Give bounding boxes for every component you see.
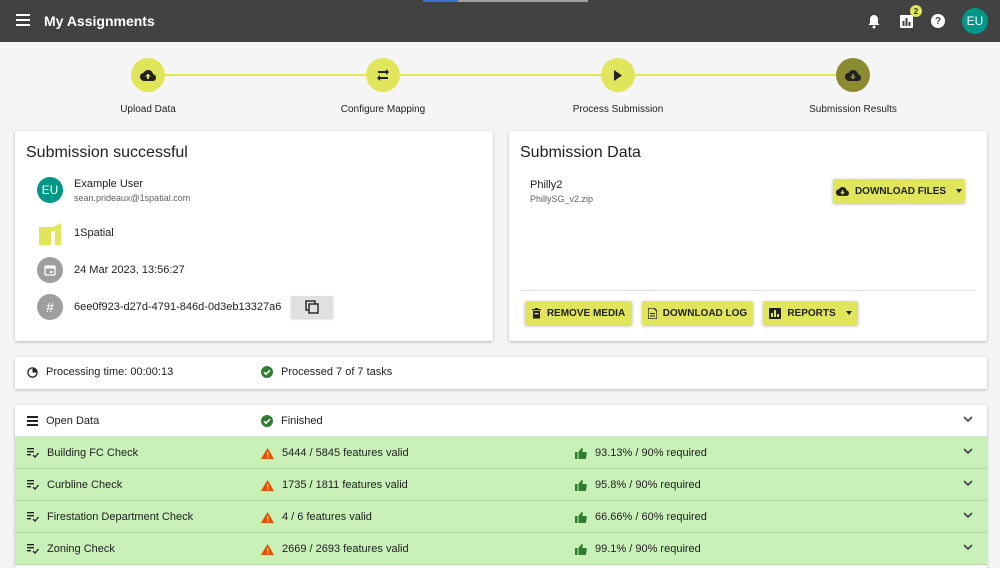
task-results-list: Open Data Finished Building FC Check 544…	[15, 405, 987, 568]
page-title: My Assignments	[44, 13, 155, 29]
menu-icon[interactable]	[16, 14, 30, 26]
warning-icon	[261, 511, 274, 523]
step-upload-data[interactable]: Upload Data	[78, 58, 218, 115]
task-result: 93.13% / 90% required	[595, 447, 707, 459]
chevron-down-icon	[845, 311, 852, 315]
copy-icon	[305, 300, 320, 314]
step-configure-mapping[interactable]: Configure Mapping	[313, 58, 453, 115]
task-status: 1735 / 1811 features valid	[282, 479, 408, 491]
checklist-icon	[27, 512, 39, 522]
warning-icon	[261, 543, 274, 555]
card-divider	[520, 290, 976, 291]
submitter-email: sean.prideaux@1spatial.com	[74, 192, 191, 203]
submission-id: 6ee0f923-d27d-4791-846d-0d3eb13327a6	[74, 301, 282, 313]
step-process-submission[interactable]: Process Submission	[548, 58, 688, 115]
task-name: Zoning Check	[47, 543, 115, 555]
calendar-icon	[37, 257, 63, 283]
submission-stepper: Upload Data Configure Mapping Process Su…	[0, 42, 1000, 126]
copy-id-button[interactable]	[291, 296, 334, 318]
cloud-download-icon	[836, 58, 870, 92]
checklist-icon	[27, 480, 39, 490]
chevron-down-icon	[956, 189, 963, 193]
task-status: 2669 / 2693 features valid	[282, 543, 409, 555]
expand-chevron-icon[interactable]	[963, 416, 973, 423]
submitter-row: EU Example User sean.prideaux@1spatial.c…	[37, 177, 190, 203]
task-status: 5444 / 5845 features valid	[282, 447, 409, 459]
document-icon	[647, 307, 657, 319]
user-avatar[interactable]: EU	[962, 8, 988, 34]
task-name: Firestation Department Check	[47, 511, 194, 523]
cloud-download-icon	[835, 186, 849, 196]
checklist-icon	[27, 448, 39, 458]
task-result: 99.1% / 90% required	[595, 543, 701, 555]
download-files-button[interactable]: DOWNLOAD FILES	[833, 179, 965, 203]
reports-icon	[769, 307, 782, 319]
submission-summary-card: Submission successful EU Example User se…	[15, 131, 493, 341]
task-status: Finished	[281, 415, 323, 427]
task-row-zoning-check[interactable]: Zoning Check 2669 / 2693 features valid …	[15, 533, 987, 565]
notification-badge: 2	[910, 5, 922, 17]
organisation-logo-icon	[39, 223, 61, 245]
thumbs-up-icon	[575, 447, 587, 459]
check-circle-icon	[261, 415, 273, 427]
step-submission-results[interactable]: Submission Results	[783, 58, 923, 115]
download-log-button[interactable]: DOWNLOAD LOG	[642, 301, 753, 325]
hash-icon: #	[37, 294, 63, 320]
app-bar: My Assignments 2 ? EU	[0, 0, 1000, 42]
submitter-name: Example User	[74, 177, 144, 190]
play-icon	[601, 58, 635, 92]
processing-summary: Processing time: 00:00:13 Processed 7 of…	[15, 357, 987, 389]
processed-tasks: Processed 7 of 7 tasks	[281, 366, 393, 378]
dataset-name: Philly2	[530, 179, 563, 191]
summary-title: Submission successful	[26, 144, 188, 161]
reports-button[interactable]: REPORTS	[763, 301, 858, 325]
warning-icon	[261, 479, 274, 491]
submission-id-row: # 6ee0f923-d27d-4791-846d-0d3eb13327a6	[37, 294, 334, 320]
expand-chevron-icon[interactable]	[963, 480, 973, 487]
expand-chevron-icon[interactable]	[963, 512, 973, 519]
task-name: Curbline Check	[47, 479, 123, 491]
organisation-name: 1Spatial	[74, 227, 114, 239]
checklist-icon	[27, 544, 39, 554]
task-result: 95.8% / 90% required	[595, 479, 701, 491]
bell-icon[interactable]	[866, 13, 882, 29]
task-row-open-data[interactable]: Open Data Finished	[15, 405, 987, 437]
submission-data-card: Submission Data Philly2 PhillySG_v2.zip …	[509, 131, 987, 341]
stepper-connector	[148, 74, 854, 76]
organisation-row: 1Spatial	[37, 221, 114, 245]
dataset-file: PhillySG_v2.zip	[530, 194, 594, 204]
loading-strip	[423, 0, 588, 2]
timer-icon	[27, 366, 38, 378]
help-icon[interactable]: ?	[930, 13, 946, 29]
check-circle-icon	[261, 366, 273, 378]
submitter-avatar: EU	[37, 177, 63, 203]
submission-timestamp: 24 Mar 2023, 13:56:27	[74, 264, 185, 276]
task-name: Open Data	[46, 415, 100, 427]
thumbs-up-icon	[575, 479, 587, 491]
thumbs-up-icon	[575, 511, 587, 523]
task-name: Building FC Check	[47, 447, 139, 459]
list-icon	[27, 416, 38, 426]
cloud-upload-icon	[131, 58, 165, 92]
timestamp-row: 24 Mar 2023, 13:56:27	[37, 257, 185, 283]
trash-icon	[531, 307, 541, 318]
thumbs-up-icon	[575, 543, 587, 555]
task-result: 66.66% / 60% required	[595, 511, 707, 523]
expand-chevron-icon[interactable]	[963, 448, 973, 455]
processing-time: Processing time: 00:00:13	[46, 366, 174, 378]
task-row-curbline-check[interactable]: Curbline Check 1735 / 1811 features vali…	[15, 469, 987, 501]
task-status: 4 / 6 features valid	[282, 511, 372, 523]
reports-queue-icon[interactable]: 2	[898, 5, 922, 29]
submission-data-title: Submission Data	[520, 144, 641, 161]
swap-arrows-icon	[366, 58, 400, 92]
remove-media-button[interactable]: REMOVE MEDIA	[525, 301, 632, 325]
warning-icon	[261, 447, 274, 459]
expand-chevron-icon[interactable]	[963, 544, 973, 551]
task-row-building-fc-check[interactable]: Building FC Check 5444 / 5845 features v…	[15, 437, 987, 469]
task-row-firestation-department-check[interactable]: Firestation Department Check 4 / 6 featu…	[15, 501, 987, 533]
